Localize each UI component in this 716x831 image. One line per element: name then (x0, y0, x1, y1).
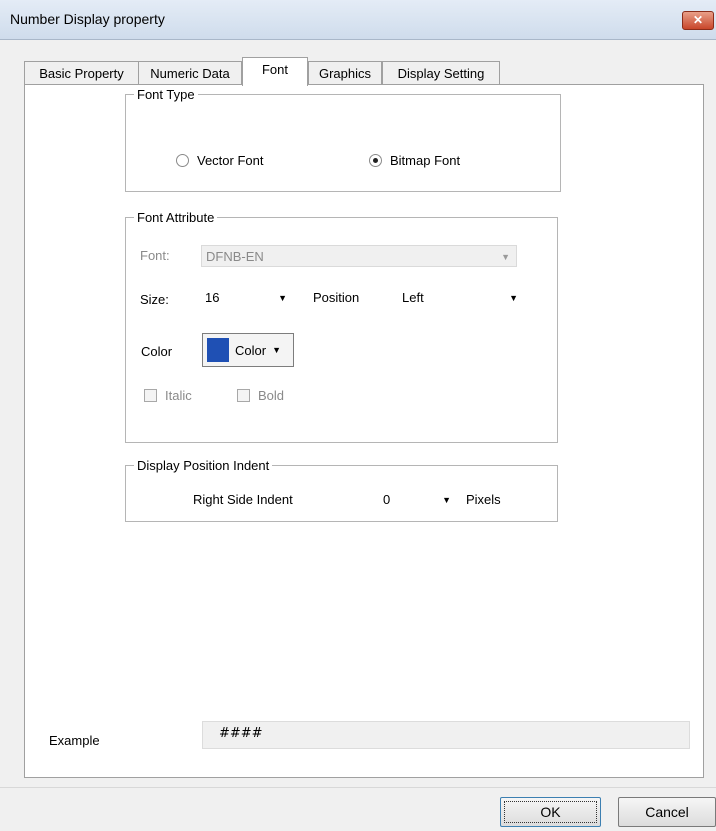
italic-checkbox[interactable]: Italic (144, 388, 192, 403)
position-label: Position (313, 290, 360, 305)
close-icon[interactable]: ✕ (682, 11, 714, 30)
display-position-indent-group: Display Position Indent (125, 458, 558, 522)
window-title: Number Display property (10, 11, 165, 27)
size-value: 16 (205, 290, 220, 305)
tab-graphics[interactable]: Graphics (308, 61, 382, 85)
radio-unchecked-icon (176, 154, 189, 167)
chevron-down-icon: ▼ (501, 252, 510, 262)
right-indent-value: 0 (383, 492, 391, 507)
font-select[interactable]: DFNB-EN ▼ (201, 245, 517, 267)
position-select[interactable]: Left ▼ (398, 287, 524, 309)
font-label: Font: (140, 248, 170, 263)
chevron-down-icon: ▼ (509, 293, 518, 303)
size-label: Size: (140, 292, 169, 307)
chevron-down-icon: ▼ (278, 293, 287, 303)
vector-font-radio[interactable]: Vector Font (176, 153, 263, 168)
ok-button[interactable]: OK (500, 797, 601, 827)
footer-divider (0, 787, 716, 788)
dialog-body: Basic Property Numeric Data Font Graphic… (0, 40, 716, 831)
right-indent-select[interactable]: 0 ▼ (379, 489, 457, 511)
chevron-down-icon: ▼ (272, 345, 281, 355)
pixels-unit-label: Pixels (466, 492, 501, 507)
font-type-legend: Font Type (137, 87, 195, 102)
color-button[interactable]: Color ▼ (202, 333, 294, 367)
radio-checked-icon (369, 154, 382, 167)
vector-font-label: Vector Font (197, 153, 264, 168)
tab-font[interactable]: Font (242, 57, 308, 86)
tab-numeric-data[interactable]: Numeric Data (138, 61, 242, 85)
indent-legend: Display Position Indent (137, 458, 270, 473)
tab-display-setting[interactable]: Display Setting (382, 61, 500, 85)
bitmap-font-label: Bitmap Font (390, 153, 461, 168)
color-swatch (207, 338, 229, 362)
font-value: DFNB-EN (206, 249, 264, 264)
title-bar: Number Display property ✕ (0, 0, 716, 40)
checkbox-icon (237, 389, 250, 402)
color-label: Color (141, 344, 173, 359)
chevron-down-icon: ▼ (442, 495, 451, 505)
example-preview: #### (202, 721, 690, 749)
checkbox-icon (144, 389, 157, 402)
size-select[interactable]: 16 ▼ (201, 287, 293, 309)
bitmap-font-radio[interactable]: Bitmap Font (369, 153, 460, 168)
tab-basic-property[interactable]: Basic Property (24, 61, 139, 85)
cancel-button[interactable]: Cancel (618, 797, 716, 827)
bold-label: Bold (258, 388, 285, 403)
font-attribute-legend: Font Attribute (137, 210, 215, 225)
color-button-label: Color (235, 342, 267, 358)
position-value: Left (402, 290, 424, 305)
bold-checkbox[interactable]: Bold (237, 388, 284, 403)
italic-label: Italic (165, 388, 192, 403)
right-side-indent-label: Right Side Indent (193, 492, 293, 507)
font-type-group: Font Type (125, 87, 561, 192)
example-label: Example (49, 733, 100, 748)
